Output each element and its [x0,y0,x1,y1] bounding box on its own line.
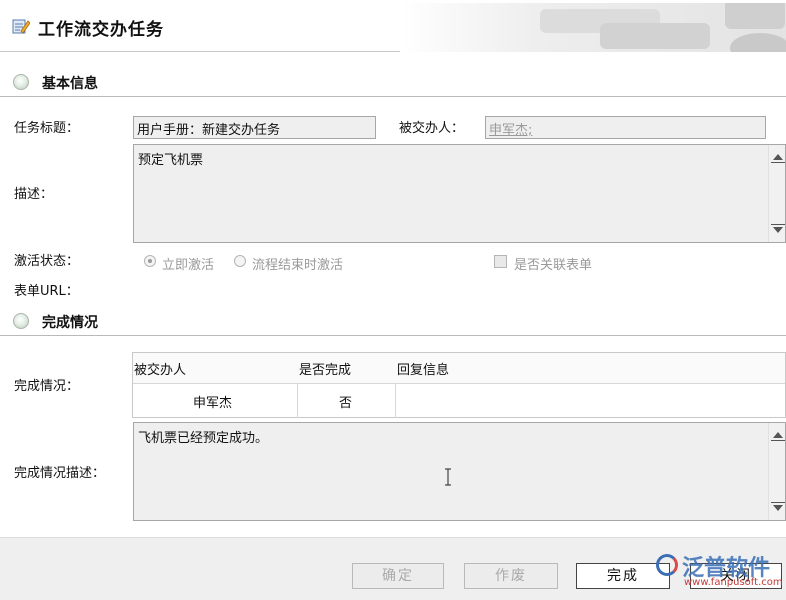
completion-table: 被交办人 是否完成 回复信息 申军杰 否 [132,352,786,418]
completion-description-textarea[interactable]: 飞机票已经预定成功。 [133,422,786,521]
assignee-value-link[interactable]: 申军杰; [489,123,532,138]
related-form-label[interactable]: 是否关联表单 [514,254,592,273]
related-form-checkbox[interactable] [494,255,507,268]
cell-assignee: 申军杰 [193,396,233,411]
section-bullet-icon [13,313,29,329]
section-bullet-icon [13,74,29,90]
completion-description-label: 完成情况描述： [14,466,106,481]
description-scrollbar[interactable] [768,145,785,242]
section-title: 完成情况 [42,315,98,331]
scroll-down-line [771,224,785,225]
scroll-up-line [771,162,785,163]
assignee-label: 被交办人： [399,121,465,136]
edit-document-icon [12,19,30,34]
section-basic-info: 基本信息 [0,67,786,97]
scroll-up-line [771,440,785,441]
description-value: 预定飞机票 [138,153,204,168]
column-header-reply: 回复信息 [397,363,450,378]
scroll-up-icon[interactable] [773,154,783,160]
form-url-label: 表单URL： [14,284,79,299]
completion-description-value: 飞机票已经预定成功。 [138,431,269,446]
column-header-assignee: 被交办人 [134,363,187,378]
window-header: 工作流交办任务 [0,0,786,52]
assignee-field[interactable]: 申军杰; [485,116,766,139]
completion-description-scrollbar[interactable] [768,423,785,520]
scroll-down-line [771,502,785,503]
brand-logo-icon [656,554,678,576]
section-completion: 完成情况 [0,306,786,336]
cell-done: 否 [339,396,353,411]
description-label: 描述： [14,187,54,202]
section-title: 基本信息 [42,76,98,92]
scroll-up-icon[interactable] [773,432,783,438]
task-title-label: 任务标题： [14,121,80,136]
column-divider [297,384,298,418]
task-title-field[interactable]: 用户手册：新建交办任务 [133,116,376,139]
confirm-button[interactable]: 确定 [352,563,444,589]
radio-activate-now[interactable] [144,255,156,267]
radio-activate-after-flow-label[interactable]: 流程结束时激活 [252,254,343,273]
column-divider [395,384,396,418]
void-button[interactable]: 作废 [464,563,558,589]
page-title: 工作流交办任务 [38,20,164,40]
scroll-down-icon[interactable] [773,505,783,511]
description-textarea[interactable]: 预定飞机票 [133,144,786,243]
text-cursor-icon [445,468,451,486]
task-title-value: 用户手册：新建交办任务 [137,123,281,138]
activation-label: 激活状态： [14,254,80,269]
scroll-down-icon[interactable] [773,227,783,233]
column-header-done: 是否完成 [299,363,352,378]
table-header-row: 被交办人 是否完成 回复信息 [133,353,785,384]
radio-activate-after-flow[interactable] [234,255,246,267]
radio-activate-now-label[interactable]: 立即激活 [162,254,214,273]
watermark-url: www.fanpusoft.com [684,577,783,588]
header-decoration [400,3,786,52]
completion-status-label: 完成情况： [14,379,80,394]
